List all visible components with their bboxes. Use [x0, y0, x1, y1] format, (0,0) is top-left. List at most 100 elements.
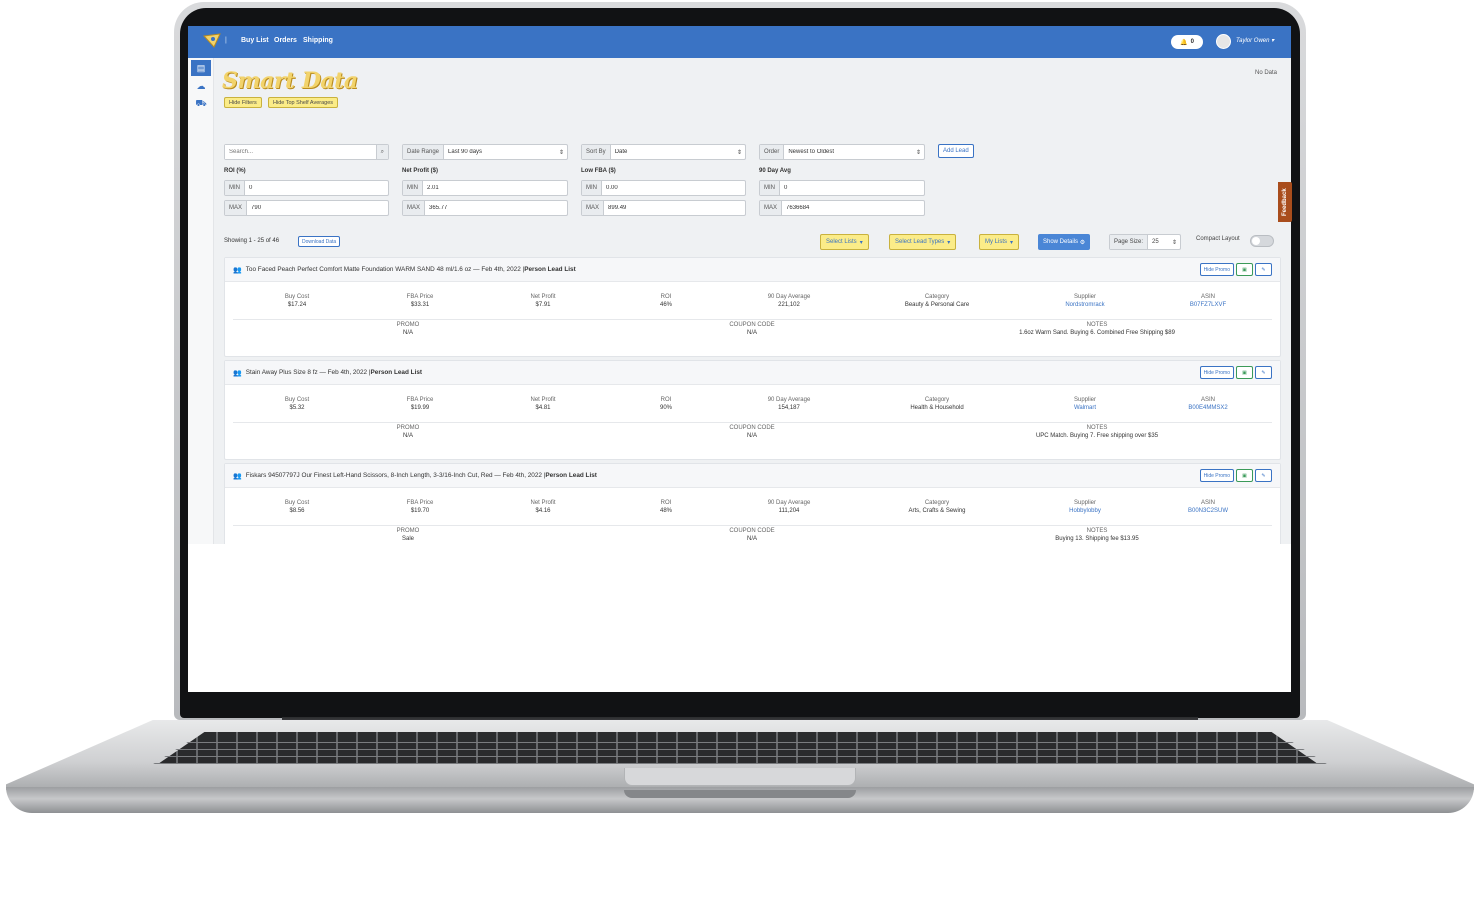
- select-lead-types-dropdown[interactable]: Select Lead Types ▾: [889, 234, 957, 250]
- metric-promo: PROMO N/A: [353, 322, 463, 336]
- metric-label: 90 Day Average: [767, 397, 811, 403]
- metric-label: 90 Day Average: [767, 294, 811, 300]
- select-lead-types-label: Select Lead Types: [895, 239, 945, 245]
- caret-down-icon: ▾: [947, 239, 951, 246]
- filter-icon: ⚙: [1079, 239, 1086, 246]
- low-fba-min-field[interactable]: MIN 0.00: [581, 180, 746, 196]
- metric-label: NOTES: [1086, 528, 1108, 534]
- max-label: MAX: [403, 201, 426, 215]
- metric-supplier: Supplier Nordstromrack: [1030, 294, 1140, 308]
- metric-value: 154,187: [778, 405, 800, 411]
- hide-filters-button[interactable]: Hide Filters: [224, 97, 262, 108]
- nav-orders[interactable]: Orders: [274, 37, 297, 44]
- net-profit-min-field[interactable]: MIN 2.01: [402, 180, 568, 196]
- avg90-min-field[interactable]: MIN 0: [759, 180, 925, 196]
- roi-max-field[interactable]: MAX 790: [224, 200, 389, 216]
- metric-value: 111,204: [778, 508, 800, 514]
- roi-min-field[interactable]: MIN 0: [224, 180, 389, 196]
- page-size-select[interactable]: Page Size: 25 ⇕: [1109, 234, 1181, 250]
- order-select[interactable]: Order Newest to Oldest ⇕: [759, 144, 925, 160]
- min-label: MIN: [225, 181, 245, 195]
- compact-layout-label: Compact Layout: [1196, 236, 1240, 242]
- compact-layout-toggle[interactable]: [1250, 235, 1274, 247]
- metric-asin: ASIN B00E4MMSX2: [1153, 397, 1263, 411]
- hide-top-shelf-button[interactable]: Hide Top Shelf Averages: [268, 97, 339, 108]
- metric-value: Buying 13. Shipping fee $13.95: [1055, 536, 1139, 542]
- max-label: MAX: [582, 201, 605, 215]
- metric-value: N/A: [746, 536, 757, 542]
- supplier-link[interactable]: Nordstromrack: [1030, 302, 1140, 308]
- notifications-button[interactable]: 🔔 0: [1171, 35, 1203, 49]
- nav-shipping[interactable]: Shipping: [303, 37, 333, 44]
- metric-value: $4.16: [535, 508, 551, 514]
- sidebar-truck-icon[interactable]: ⛟: [191, 96, 211, 112]
- metric-roi: ROI 90%: [611, 397, 721, 411]
- person-icon: 👥: [233, 266, 242, 274]
- show-details-label: Show Details: [1043, 239, 1079, 245]
- app-screen: | Buy List Orders Shipping 🔔 0 Taylor Ow…: [188, 26, 1291, 692]
- avatar[interactable]: [1216, 34, 1231, 49]
- lead-title[interactable]: Stain Away Plus Size 8 fz — Feb 4th, 202…: [246, 369, 371, 376]
- money-icon[interactable]: ▣: [1236, 366, 1253, 379]
- metric-supplier: Supplier Walmart: [1030, 397, 1140, 411]
- search-field: ⌕: [224, 144, 389, 160]
- avg90-max-value: 7636684: [786, 205, 810, 211]
- metric-label: COUPON CODE: [729, 425, 775, 431]
- sort-by-select[interactable]: Sort By Date ⇕: [581, 144, 746, 160]
- logo-separator: |: [225, 37, 227, 44]
- net-profit-min-value: 2.01: [427, 185, 439, 191]
- lead-card: 👥 Too Faced Peach Perfect Comfort Matte …: [224, 257, 1281, 357]
- download-data-button[interactable]: Download Data: [298, 236, 341, 247]
- asin-link[interactable]: B07FZ7LXVF: [1153, 302, 1263, 308]
- sidebar-smart-data-icon[interactable]: ▤: [191, 60, 211, 76]
- metric-value: 221,102: [778, 302, 800, 308]
- feedback-tab[interactable]: Feedback: [1278, 182, 1292, 222]
- search-icon[interactable]: ⌕: [375, 145, 388, 159]
- date-range-select[interactable]: Date Range Last 90 days ⇕: [402, 144, 568, 160]
- supplier-link[interactable]: Walmart: [1030, 405, 1140, 411]
- hide-promo-button[interactable]: Hide Promo: [1199, 469, 1234, 482]
- select-lists-dropdown[interactable]: Select Lists ▾: [820, 234, 869, 250]
- metric-label: Buy Cost: [284, 500, 310, 506]
- search-input[interactable]: [225, 145, 376, 159]
- asin-link[interactable]: B00N3C2SUW: [1153, 508, 1263, 514]
- lead-title[interactable]: Too Faced Peach Perfect Comfort Matte Fo…: [246, 266, 524, 273]
- hide-promo-button[interactable]: Hide Promo: [1199, 263, 1234, 276]
- money-icon[interactable]: ▣: [1236, 469, 1253, 482]
- low-fba-max-value: 899.49: [608, 205, 627, 211]
- metric-value: $4.81: [535, 405, 551, 411]
- date-range-value: Last 90 days: [448, 149, 483, 155]
- edit-pencil-icon[interactable]: ✎: [1255, 366, 1272, 379]
- hide-promo-button[interactable]: Hide Promo: [1199, 366, 1234, 379]
- asin-link[interactable]: B00E4MMSX2: [1153, 405, 1263, 411]
- money-icon[interactable]: ▣: [1236, 263, 1253, 276]
- brand-logo-icon[interactable]: [202, 31, 222, 51]
- lead-title[interactable]: Fiskars 94507797J Our Finest Left-Hand S…: [246, 472, 546, 479]
- metric-value: $7.91: [535, 302, 551, 308]
- nav-buy-list[interactable]: Buy List: [241, 37, 269, 44]
- top-navbar: | Buy List Orders Shipping 🔔 0 Taylor Ow…: [188, 26, 1291, 58]
- net-profit-max-field[interactable]: MAX 365.77: [402, 200, 568, 216]
- lead-card-header: 👥 Fiskars 94507797J Our Finest Left-Hand…: [225, 464, 1280, 488]
- edit-pencil-icon[interactable]: ✎: [1255, 263, 1272, 276]
- my-lists-dropdown[interactable]: My Lists ▾: [979, 234, 1020, 250]
- metric-label: ASIN: [1200, 397, 1215, 403]
- laptop-mockup: | Buy List Orders Shipping 🔔 0 Taylor Ow…: [0, 0, 1480, 906]
- metric-notes: NOTES 1.6oz Warm Sand. Buying 6. Combined…: [947, 322, 1247, 336]
- low-fba-max-field[interactable]: MAX 899.49: [581, 200, 746, 216]
- supplier-link[interactable]: Hobbylobby: [1030, 508, 1140, 514]
- metric-value: UPC Match. Buying 7. Free shipping over …: [1035, 433, 1159, 439]
- metric-label: ASIN: [1200, 500, 1215, 506]
- person-icon: 👥: [233, 369, 242, 377]
- metric-label: PROMO: [396, 322, 420, 328]
- edit-pencil-icon[interactable]: ✎: [1255, 469, 1272, 482]
- user-menu[interactable]: Taylor Owen ▾: [1236, 37, 1274, 44]
- metric-label: FBA Price: [406, 397, 434, 403]
- sidebar-cloud-icon[interactable]: ☁: [191, 78, 211, 94]
- blank-screen-area: [188, 544, 1291, 692]
- metric-value: Health & Household: [910, 405, 964, 411]
- metric-label: ASIN: [1200, 294, 1215, 300]
- avg90-max-field[interactable]: MAX 7636684: [759, 200, 925, 216]
- add-lead-button[interactable]: Add Lead: [938, 144, 974, 158]
- show-details-button[interactable]: Show Details ⚙: [1038, 234, 1091, 250]
